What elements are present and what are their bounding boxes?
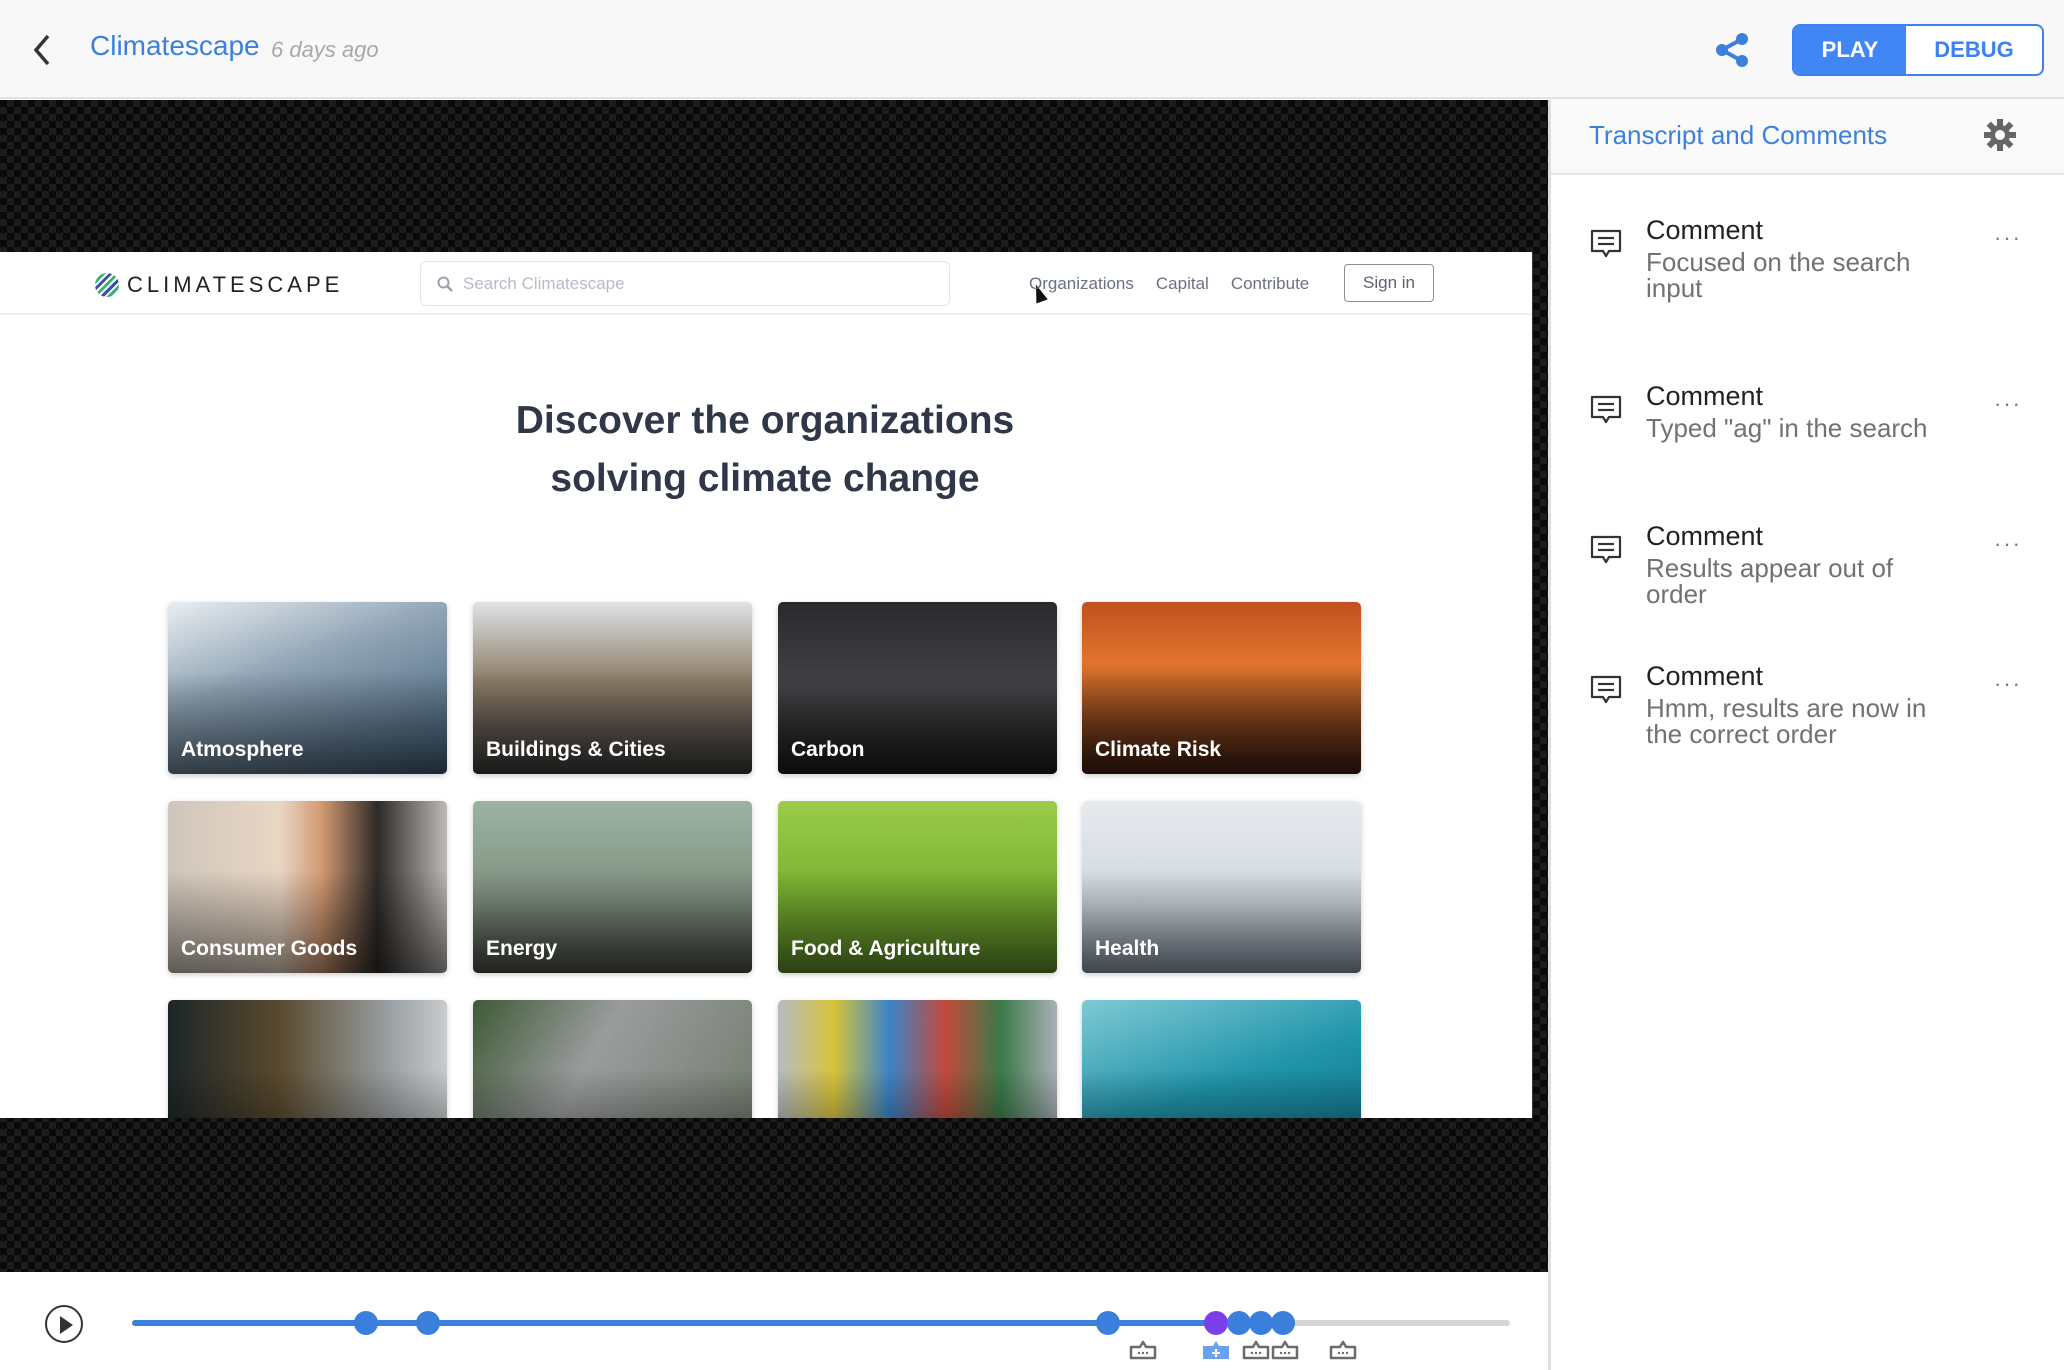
site-logo[interactable]: CLIMATESCAPE [95,272,343,298]
comment-marker-icon[interactable] [1270,1340,1300,1360]
hero-line-2: solving climate change [550,457,980,500]
sign-in-button[interactable]: Sign in [1344,264,1434,302]
debug-mode-button[interactable]: DEBUG [1906,26,2042,74]
play-mode-button[interactable]: PLAY [1794,26,1906,74]
panel-title: Transcript and Comments [1589,120,1888,150]
event-marker[interactable] [1248,1311,1273,1335]
settings-gear-icon[interactable] [1983,118,2017,152]
mode-toggle: PLAY DEBUG [1792,24,2044,76]
event-marker[interactable] [1095,1311,1120,1335]
event-marker[interactable] [354,1311,379,1335]
category-tile[interactable] [1082,1000,1361,1118]
category-tile[interactable]: Atmosphere [168,602,447,774]
category-tile[interactable]: Energy [473,801,752,973]
recording-timestamp: 6 days ago [271,37,379,62]
nav-capital[interactable]: Capital [1156,274,1209,294]
nav-contribute[interactable]: Contribute [1231,274,1309,294]
category-tile[interactable]: Climate Risk [1082,602,1361,774]
site-navbar: CLIMATESCAPE Organizations Capital Contr… [0,252,1532,315]
search-icon [437,276,453,292]
category-tile[interactable]: Carbon [778,602,1057,774]
comment-bubble-icon [1590,675,1622,704]
category-tile[interactable]: Food & Agriculture [778,801,1057,973]
category-tile[interactable] [778,1000,1057,1118]
comment-bubble-icon [1590,535,1622,564]
category-label: Food & Agriculture [791,937,981,960]
panel-header: Transcript and Comments [1551,100,2064,175]
logo-text: CLIMATESCAPE [127,272,344,297]
comment-title: Comment [1646,661,1764,691]
event-marker[interactable] [416,1311,441,1335]
tile-shade [473,1068,752,1118]
transcript-panel: Transcript and Comments Comment Focused o… [1551,100,2064,1370]
category-label: Atmosphere [181,738,304,761]
comment-marker-icon[interactable] [1241,1340,1271,1360]
category-label: Consumer Goods [181,937,358,960]
tile-shade [778,1068,1057,1118]
hero-line-1: Discover the organizations [515,399,1015,442]
category-tile[interactable] [473,1000,752,1118]
current-event-marker[interactable] [1204,1311,1229,1335]
site-search-box [420,261,1048,306]
play-button[interactable] [45,1305,83,1343]
comment-text: Typed "ag" in the search [1646,413,1928,443]
comment-text: Hmm, results are now in the correct orde… [1646,693,1927,749]
comment-bubble-icon [1590,229,1622,258]
category-tile[interactable]: Health [1082,801,1361,973]
playback-timeline [0,1272,1548,1370]
timeline-track[interactable] [132,1320,1510,1326]
comment-title: Comment [1646,521,1764,551]
comment-text: Results appear out of order [1646,553,1894,609]
site-nav-links: Organizations Capital Contribute [1029,274,1309,294]
event-marker[interactable] [1270,1311,1295,1335]
hero-heading: Discover the organizations solving clima… [0,392,1530,508]
add-comment-icon[interactable] [1201,1340,1231,1360]
comment-text: Focused on the search input [1646,247,1911,303]
tile-shade [168,1068,447,1118]
more-options-icon[interactable]: ··· [1994,671,2022,697]
recording-title[interactable]: Climatescape [90,30,260,62]
tile-shade [1082,1068,1361,1118]
category-label: Climate Risk [1095,738,1222,761]
nav-organizations[interactable]: Organizations [1029,274,1134,294]
top-bar: Climatescape 6 days ago PLAY DEBUG [0,0,2064,99]
comment-title: Comment [1646,381,1764,411]
share-icon[interactable] [1712,30,1752,70]
category-label: Energy [486,937,558,960]
category-tile[interactable]: Buildings & Cities [473,602,752,774]
back-arrow-icon[interactable] [28,32,56,68]
comment-bubble-icon [1590,395,1622,424]
climatescape-logo-icon [95,273,119,297]
comment-marker-icon[interactable] [1128,1340,1158,1360]
category-tile[interactable] [168,1000,447,1118]
category-label: Health [1095,937,1160,960]
site-search-input[interactable] [463,273,903,294]
replayed-website: CLIMATESCAPE Organizations Capital Contr… [0,252,1533,1118]
category-label: Buildings & Cities [486,738,666,761]
event-marker[interactable] [1226,1311,1251,1335]
more-options-icon[interactable]: ··· [1994,225,2022,251]
category-tile[interactable]: Consumer Goods [168,801,447,973]
category-label: Carbon [791,738,865,761]
more-options-icon[interactable]: ··· [1994,531,2022,557]
more-options-icon[interactable]: ··· [1994,391,2022,417]
comment-marker-icon[interactable] [1328,1340,1358,1360]
comment-title: Comment [1646,215,1764,245]
